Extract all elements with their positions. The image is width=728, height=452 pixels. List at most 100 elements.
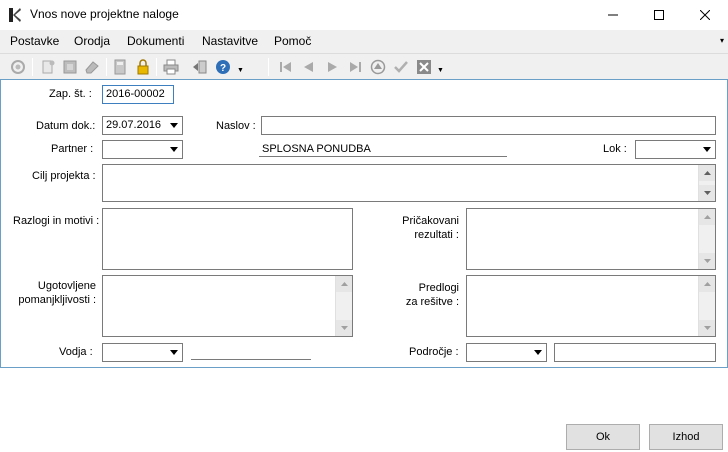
podrocje-dropdown-icon[interactable] — [529, 344, 546, 361]
scroll-up-icon[interactable] — [699, 276, 715, 292]
new-document-icon — [42, 60, 55, 74]
datum-label: Datum dok.: — [36, 120, 96, 132]
close-button[interactable] — [682, 0, 728, 30]
cancel-circle-icon — [11, 60, 25, 74]
cancel-x-icon — [417, 60, 431, 74]
tb-last-button[interactable] — [345, 57, 365, 77]
scroll-up-icon[interactable] — [699, 209, 715, 225]
tb-lock-button[interactable] — [133, 57, 153, 77]
tb-next-button[interactable] — [322, 57, 342, 77]
partner-name: SPLOSNA PONUDBA — [262, 143, 371, 155]
tb-help-button[interactable]: ? — [213, 57, 233, 77]
datum-field[interactable]: 29.07.2016 — [102, 116, 183, 135]
predlogi-scrollbar[interactable] — [698, 276, 715, 336]
ok-button[interactable]: Ok — [566, 424, 640, 450]
tb-new-button[interactable] — [38, 57, 58, 77]
bottom-area: Ok Izhod — [0, 368, 728, 452]
lok-dropdown-icon[interactable] — [698, 141, 715, 158]
svg-text:?: ? — [220, 63, 226, 74]
exit-door-icon — [193, 60, 207, 74]
tb-print-button[interactable] — [161, 57, 181, 77]
menu-bar: Postavke Orodja Dokumenti Nastavitve Pom… — [0, 30, 728, 52]
vodja-label: Vodja : — [59, 346, 93, 358]
cancel-dropdown-icon[interactable]: ▼ — [437, 67, 444, 74]
lock-icon — [137, 59, 149, 75]
partner-dropdown-icon[interactable] — [165, 141, 182, 158]
tb-confirm-button[interactable] — [391, 57, 411, 77]
minimize-button[interactable] — [590, 0, 636, 30]
menu-more-icon[interactable]: ▾ — [720, 36, 724, 45]
pricakovani-label-1: Pričakovani — [402, 215, 459, 227]
tb-delete-button[interactable] — [82, 57, 102, 77]
tb-up-button[interactable] — [368, 57, 388, 77]
podrocje-name-field[interactable] — [554, 343, 716, 362]
ugotovljene-label-1: Ugotovljene — [37, 280, 96, 292]
cilj-scrollbar[interactable] — [698, 165, 715, 201]
first-record-icon — [280, 62, 291, 72]
tb-prev-button[interactable] — [299, 57, 319, 77]
tb-calc-button[interactable] — [110, 57, 130, 77]
tb-cancel-edit-button[interactable] — [414, 57, 434, 77]
zap-st-field[interactable]: 2016-00002 — [102, 85, 174, 104]
scroll-down-icon[interactable] — [699, 320, 715, 336]
naslov-label: Naslov : — [216, 120, 256, 132]
cilj-label: Cilj projekta : — [32, 170, 96, 182]
tb-exit-button[interactable] — [190, 57, 210, 77]
ugotovljene-label-2: pomanjkljivosti : — [18, 294, 96, 306]
partner-label: Partner : — [51, 143, 94, 155]
razlogi-textarea[interactable] — [102, 208, 353, 270]
maximize-button[interactable] — [636, 0, 682, 30]
razlogi-label: Razlogi in motivi : — [13, 215, 100, 227]
tb-first-button[interactable] — [276, 57, 296, 77]
pricakovani-scrollbar[interactable] — [698, 209, 715, 269]
vodja-dropdown-icon[interactable] — [165, 344, 182, 361]
title-bar: Vnos nove projektne naloge — [0, 0, 728, 30]
lok-label: Lok : — [603, 143, 627, 155]
scroll-down-icon[interactable] — [699, 185, 715, 201]
podrocje-field[interactable] — [466, 343, 547, 362]
calculator-icon — [114, 59, 126, 75]
ugotovljene-textarea[interactable] — [102, 275, 353, 337]
menu-dokumenti[interactable]: Dokumenti — [127, 34, 184, 48]
last-record-icon — [350, 62, 361, 72]
scroll-down-icon[interactable] — [336, 320, 352, 336]
predlogi-label-2: za rešitve : — [405, 296, 459, 308]
maximize-icon — [654, 10, 664, 20]
pricakovani-label-2: rezultati : — [414, 229, 459, 241]
scroll-down-icon[interactable] — [699, 253, 715, 269]
minimize-icon — [608, 14, 618, 16]
predlogi-label-1: Predlogi — [418, 282, 459, 294]
eraser-icon — [85, 61, 99, 74]
edit-icon — [63, 60, 77, 74]
vodja-name-underline — [191, 359, 311, 360]
izhod-button[interactable]: Izhod — [649, 424, 723, 450]
close-icon — [700, 10, 710, 20]
cilj-textarea[interactable] — [102, 164, 716, 202]
window-title: Vnos nove projektne naloge — [30, 7, 179, 21]
app-logo-icon — [9, 8, 21, 22]
tb-cancel-button[interactable] — [8, 57, 28, 77]
partner-field[interactable] — [102, 140, 183, 159]
pricakovani-textarea[interactable] — [466, 208, 716, 270]
scroll-up-icon[interactable] — [699, 165, 715, 181]
tb-edit-button[interactable] — [60, 57, 80, 77]
podrocje-label: Področje : — [409, 346, 459, 358]
ugotovljene-scrollbar[interactable] — [335, 276, 352, 336]
checkmark-icon — [394, 61, 408, 73]
datum-dropdown-icon[interactable] — [165, 117, 182, 134]
lok-field[interactable] — [635, 140, 716, 159]
menu-pomoc[interactable]: Pomoč — [274, 34, 311, 48]
vodja-field[interactable] — [102, 343, 183, 362]
partner-name-underline — [259, 156, 507, 157]
previous-record-icon — [304, 62, 313, 72]
scroll-up-icon[interactable] — [336, 276, 352, 292]
menu-orodja[interactable]: Orodja — [74, 34, 110, 48]
menu-nastavitve[interactable]: Nastavitve — [202, 34, 258, 48]
predlogi-textarea[interactable] — [466, 275, 716, 337]
menu-postavke[interactable]: Postavke — [10, 34, 59, 48]
help-dropdown-icon[interactable]: ▼ — [237, 67, 244, 74]
zap-st-label: Zap. št. : — [49, 88, 92, 100]
toolbar: ? ▼ ▼ — [0, 53, 728, 79]
help-icon: ? — [216, 60, 230, 74]
naslov-field[interactable] — [261, 116, 716, 135]
